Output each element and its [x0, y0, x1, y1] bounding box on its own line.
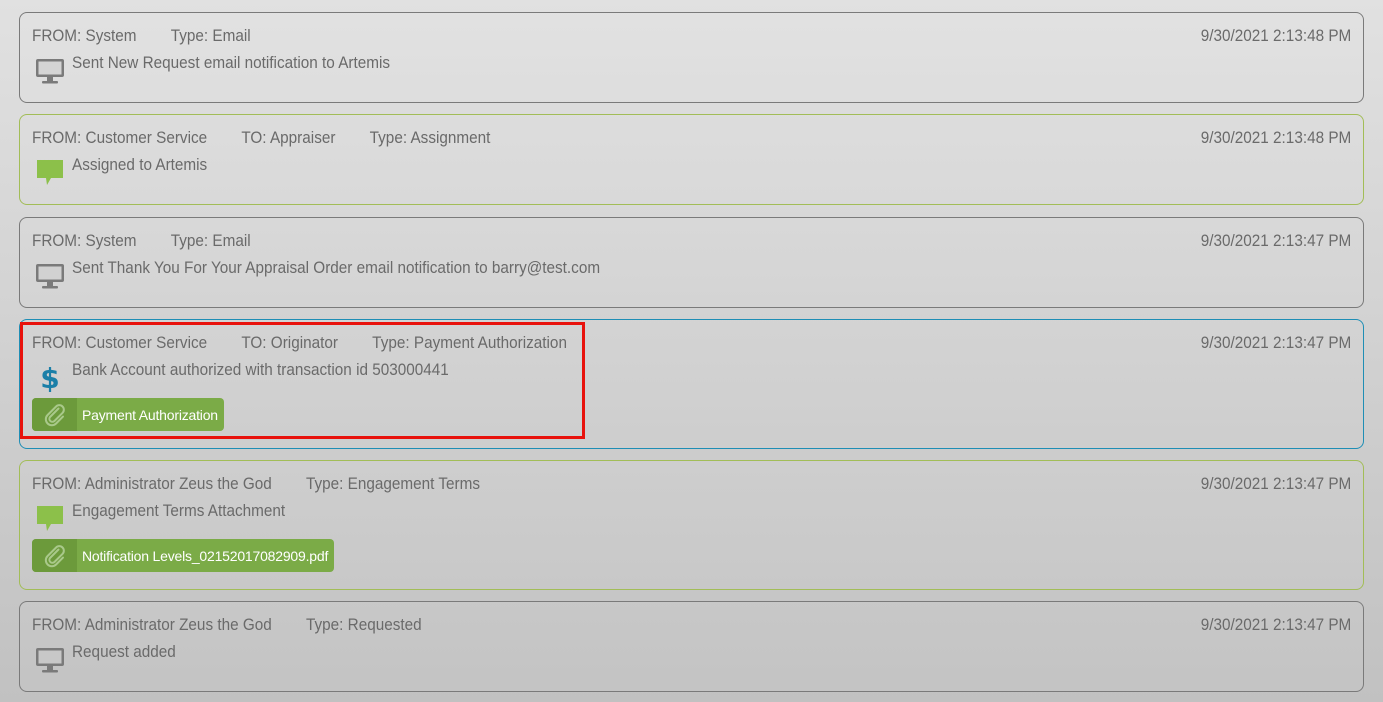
entry-from: FROM: Administrator Zeus the God: [32, 615, 272, 634]
feed-entry: FROM: Customer Service TO: Originator Ty…: [19, 319, 1364, 449]
entry-from: FROM: Customer Service: [32, 333, 208, 352]
entry-message: Engagement Terms Attachment: [72, 501, 286, 520]
dollar-icon: $: [34, 360, 66, 392]
attachment-button[interactable]: Notification Levels_02152017082909.pdf: [32, 539, 335, 572]
attachment-name: Payment Authorization: [82, 406, 218, 423]
entry-to: TO: Appraiser: [241, 128, 336, 147]
chat-bubble-icon: [34, 155, 66, 187]
entry-timestamp: 9/30/2021 2:13:47 PM: [1200, 231, 1351, 250]
feed-entry: FROM: System Type: Email 9/30/2021 2:13:…: [19, 217, 1364, 308]
entry-from: FROM: Customer Service: [32, 128, 208, 147]
svg-text:$: $: [40, 362, 59, 392]
entry-type: Type: Assignment: [369, 128, 491, 147]
entry-header: FROM: Administrator Zeus the God Type: E…: [32, 473, 514, 495]
paperclip-icon: [32, 539, 77, 572]
feed-entry: FROM: System Type: Email 9/30/2021 2:13:…: [19, 12, 1364, 103]
monitor-icon: [34, 53, 66, 85]
entry-timestamp: 9/30/2021 2:13:47 PM: [1200, 615, 1351, 634]
entry-type: Type: Requested: [305, 615, 422, 634]
chat-bubble-icon: [34, 501, 66, 533]
entry-header: FROM: System Type: Email: [32, 230, 285, 252]
entry-header: FROM: Customer Service TO: Originator Ty…: [32, 332, 601, 354]
entry-timestamp: 9/30/2021 2:13:47 PM: [1200, 474, 1351, 493]
feed-entry: FROM: Administrator Zeus the God Type: R…: [19, 601, 1364, 692]
entry-from: FROM: System: [32, 231, 137, 250]
entry-type: Type: Payment Authorization: [372, 333, 567, 352]
attachment-button[interactable]: Payment Authorization: [32, 398, 224, 431]
entry-message: Sent New Request email notification to A…: [72, 53, 391, 72]
entry-header: FROM: Administrator Zeus the God Type: R…: [32, 614, 456, 636]
entry-header: FROM: Customer Service TO: Appraiser Typ…: [32, 127, 525, 149]
entry-from: FROM: Administrator Zeus the God: [32, 474, 272, 493]
paperclip-icon: [32, 398, 77, 431]
attachment-name: Notification Levels_02152017082909.pdf: [82, 547, 329, 564]
entry-timestamp: 9/30/2021 2:13:47 PM: [1200, 333, 1351, 352]
entry-message: Assigned to Artemis: [72, 155, 208, 174]
entry-type: Type: Engagement Terms: [305, 474, 481, 493]
monitor-icon: [34, 258, 66, 290]
entry-from: FROM: System: [32, 26, 137, 45]
entry-type: Type: Email: [170, 26, 251, 45]
entry-to: TO: Originator: [241, 333, 338, 352]
entry-message: Request added: [72, 642, 176, 661]
entry-message: Bank Account authorized with transaction…: [72, 360, 449, 379]
entry-header: FROM: System Type: Email: [32, 25, 285, 47]
entry-message: Sent Thank You For Your Appraisal Order …: [72, 258, 601, 277]
feed-entry: FROM: Customer Service TO: Appraiser Typ…: [19, 114, 1364, 205]
feed-entry: FROM: Administrator Zeus the God Type: E…: [19, 460, 1364, 590]
entry-type: Type: Email: [170, 231, 251, 250]
monitor-icon: [34, 642, 66, 674]
feed-top-edge: [0, 0, 1383, 1]
entry-timestamp: 9/30/2021 2:13:48 PM: [1200, 26, 1351, 45]
activity-feed: FROM: System Type: Email 9/30/2021 2:13:…: [0, 0, 1383, 702]
entry-timestamp: 9/30/2021 2:13:48 PM: [1200, 128, 1351, 147]
